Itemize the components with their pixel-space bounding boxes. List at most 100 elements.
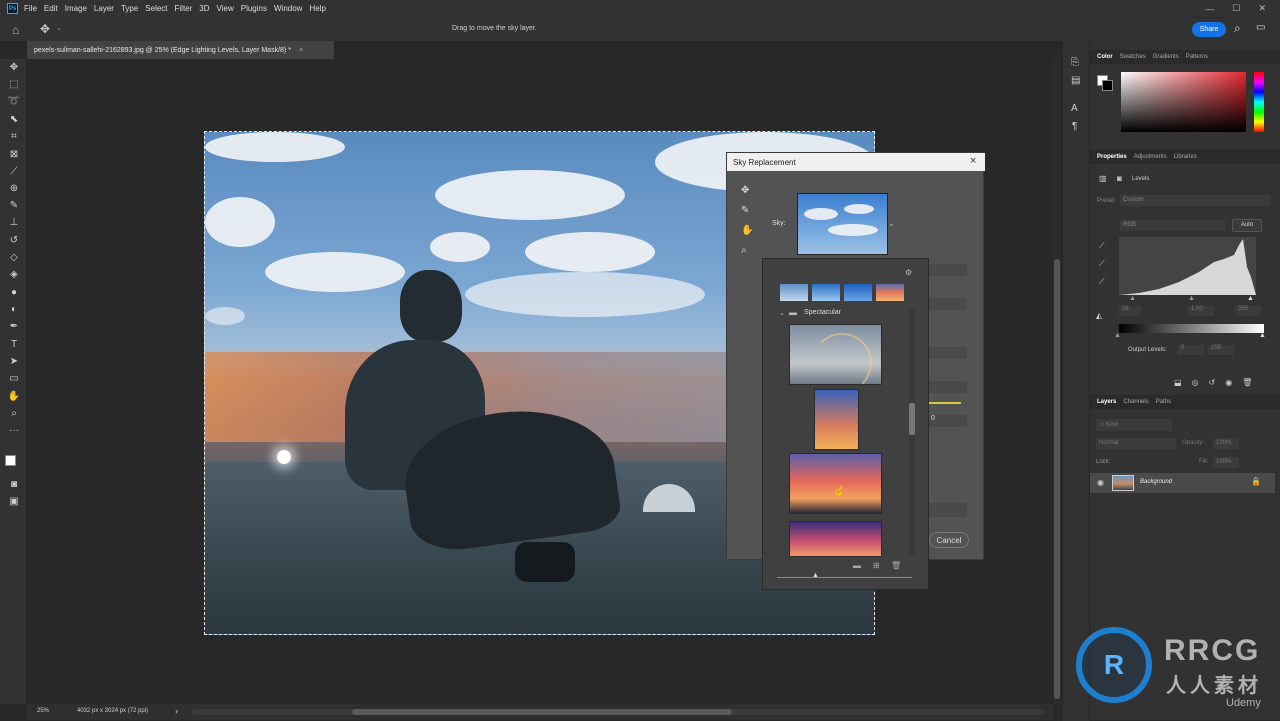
- menu-help[interactable]: Help: [309, 4, 325, 13]
- preset-select[interactable]: Custom: [1120, 195, 1270, 206]
- foreground-color-swatch[interactable]: [5, 455, 16, 466]
- dialog-field[interactable]: [929, 347, 967, 359]
- sky-preview-thumbnail[interactable]: [797, 193, 888, 255]
- tab-gradients[interactable]: Gradients: [1153, 54, 1179, 60]
- tab-layers[interactable]: Layers: [1097, 399, 1116, 405]
- menu-file[interactable]: File: [24, 4, 37, 13]
- recent-sky-thumb[interactable]: [844, 284, 872, 301]
- opacity-field[interactable]: 100%: [1213, 438, 1239, 449]
- recent-sky-thumb[interactable]: [812, 284, 840, 301]
- zoom-level[interactable]: 25%: [37, 708, 49, 714]
- hand-tool-icon[interactable]: ✋: [7, 391, 21, 403]
- document-tab[interactable]: pexels-suliman-sallehi-2162893.jpg @ 25%…: [27, 41, 334, 59]
- paragraph-panel-icon[interactable]: ¶: [1072, 121, 1077, 132]
- dialog-field[interactable]: [929, 264, 967, 276]
- healing-brush-tool-icon[interactable]: ⊕: [7, 183, 21, 195]
- search-icon[interactable]: ⌕: [1234, 21, 1241, 36]
- input-gamma-field[interactable]: 1.00: [1188, 306, 1214, 316]
- horizontal-scroll-thumb[interactable]: [352, 709, 732, 715]
- dialog-field[interactable]: [929, 381, 967, 393]
- menu-type[interactable]: Type: [121, 4, 138, 13]
- midtone-slider[interactable]: ▲: [1188, 295, 1195, 302]
- status-arrow-icon[interactable]: ›: [175, 706, 178, 716]
- eyedropper-white-icon[interactable]: ⟋: [1099, 277, 1105, 287]
- sky-preset-thumb-pink-sunset[interactable]: ☝: [789, 453, 882, 514]
- layer-visibility-icon[interactable]: ◉: [1097, 478, 1104, 487]
- pen-tool-icon[interactable]: ✒: [7, 321, 21, 333]
- delete-adjustment-icon[interactable]: 🗑: [1242, 378, 1252, 387]
- lasso-tool-icon[interactable]: ➰: [7, 96, 21, 108]
- output-black-slider[interactable]: ▲: [1114, 332, 1121, 339]
- paint-bucket-tool-icon[interactable]: ◈: [7, 269, 21, 281]
- close-window-icon[interactable]: ✕: [1258, 3, 1266, 14]
- input-black-field[interactable]: 26: [1119, 306, 1141, 316]
- layer-filter-kind[interactable]: ⌕ Kind: [1096, 419, 1172, 431]
- clone-stamp-tool-icon[interactable]: ⊥: [7, 217, 21, 229]
- menu-image[interactable]: Image: [65, 4, 87, 13]
- brush-tool-icon[interactable]: ✎: [7, 200, 21, 212]
- tab-properties[interactable]: Properties: [1097, 154, 1127, 160]
- dialog-value-field[interactable]: 0: [929, 415, 967, 427]
- menu-select[interactable]: Select: [145, 4, 167, 13]
- vertical-scroll-thumb[interactable]: [1054, 259, 1060, 699]
- reset-icon[interactable]: ↺: [1209, 378, 1216, 387]
- tab-color[interactable]: Color: [1097, 54, 1113, 60]
- dialog-field[interactable]: [929, 298, 967, 310]
- tab-paths[interactable]: Paths: [1156, 399, 1171, 405]
- menu-plugins[interactable]: Plugins: [241, 4, 267, 13]
- tab-channels[interactable]: Channels: [1123, 399, 1148, 405]
- output-white-field[interactable]: 255: [1208, 345, 1234, 355]
- sky-preset-thumb-rainbow[interactable]: [789, 324, 882, 393]
- home-icon[interactable]: ⌂: [12, 23, 19, 37]
- new-sky-icon[interactable]: ⊞: [873, 561, 880, 570]
- white-point-slider[interactable]: ▲: [1247, 295, 1254, 302]
- menu-filter[interactable]: Filter: [175, 4, 193, 13]
- minimize-icon[interactable]: —: [1205, 4, 1214, 14]
- output-black-field[interactable]: 0: [1178, 345, 1204, 355]
- crop-tool-icon[interactable]: ⌗: [7, 131, 21, 143]
- eraser-tool-icon[interactable]: ◇: [7, 252, 21, 264]
- blend-mode-select[interactable]: Normal: [1096, 438, 1176, 449]
- auto-button[interactable]: Auto: [1232, 219, 1262, 232]
- tab-adjustments[interactable]: Adjustments: [1134, 154, 1167, 160]
- share-button[interactable]: Share: [1192, 22, 1226, 37]
- picker-settings-gear-icon[interactable]: ⚙: [905, 268, 912, 277]
- horizontal-scrollbar[interactable]: [192, 709, 1044, 715]
- view-previous-icon[interactable]: ◎: [1192, 378, 1199, 387]
- eyedropper-black-icon[interactable]: ⟋: [1099, 241, 1105, 251]
- menu-edit[interactable]: Edit: [44, 4, 58, 13]
- dialog-zoom-tool-icon[interactable]: ⌕: [741, 245, 747, 256]
- background-color-chip[interactable]: [1102, 80, 1113, 91]
- black-point-slider[interactable]: ▲: [1129, 295, 1136, 302]
- cancel-button[interactable]: Cancel: [929, 532, 969, 548]
- tab-swatches[interactable]: Swatches: [1120, 54, 1146, 60]
- picker-scrollbar[interactable]: [909, 309, 915, 555]
- output-white-slider[interactable]: ▲: [1259, 332, 1266, 339]
- dialog-move-tool-icon[interactable]: ✥: [741, 185, 749, 196]
- quick-mask-icon[interactable]: ◙: [7, 479, 21, 491]
- visibility-icon[interactable]: ◉: [1225, 378, 1232, 387]
- sky-preset-thumb-sunset-vertical[interactable]: [814, 389, 859, 450]
- new-group-icon[interactable]: ▬: [853, 561, 861, 570]
- chevron-down-icon[interactable]: ⌄: [56, 24, 62, 32]
- move-tool-icon[interactable]: ✥: [7, 62, 21, 74]
- vertical-scrollbar[interactable]: [1053, 59, 1061, 704]
- comments-panel-icon[interactable]: ▤: [1071, 75, 1080, 86]
- output-select[interactable]: [929, 503, 967, 517]
- history-panel-icon[interactable]: ⎘: [1071, 57, 1079, 68]
- thumbnail-size-handle[interactable]: ▲: [812, 572, 819, 579]
- dodge-tool-icon[interactable]: ◐: [7, 304, 21, 316]
- type-tool-icon[interactable]: T: [7, 339, 21, 351]
- path-selection-tool-icon[interactable]: ➤: [7, 356, 21, 368]
- dialog-close-icon[interactable]: ×: [970, 155, 976, 167]
- sky-preset-thumb-purple-dusk[interactable]: [789, 521, 882, 557]
- menu-view[interactable]: View: [217, 4, 234, 13]
- picker-scroll-thumb[interactable]: [909, 403, 915, 435]
- fill-field[interactable]: 100%: [1213, 457, 1239, 468]
- zoom-tool-icon[interactable]: ⌕: [7, 408, 21, 420]
- character-panel-icon[interactable]: A: [1071, 103, 1078, 114]
- history-brush-tool-icon[interactable]: ↺: [7, 235, 21, 247]
- color-field[interactable]: [1121, 72, 1246, 132]
- eyedropper-tool-icon[interactable]: ⟋: [7, 166, 21, 178]
- menu-window[interactable]: Window: [274, 4, 302, 13]
